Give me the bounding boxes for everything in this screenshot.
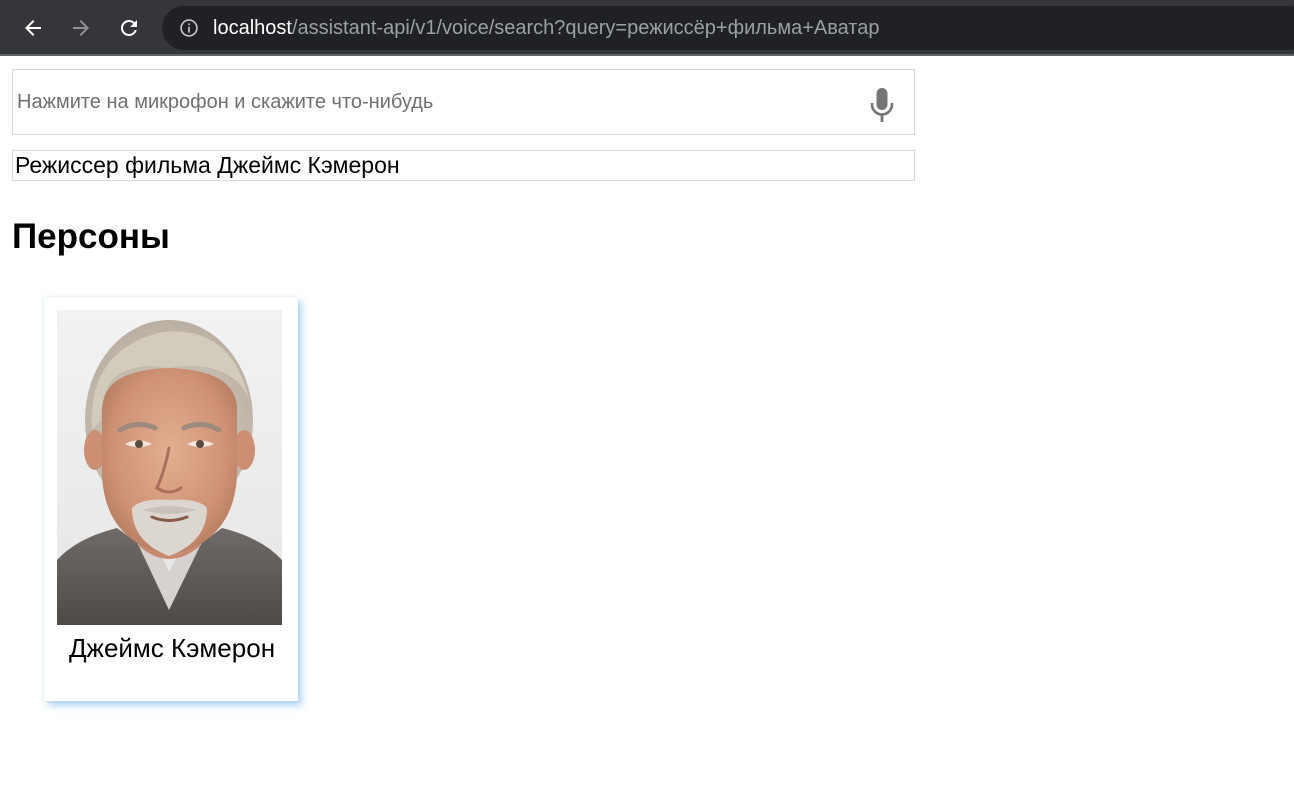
- voice-search-box: [12, 69, 915, 135]
- back-button[interactable]: [17, 12, 49, 44]
- search-result-text: Режиссер фильма Джеймс Кэмерон: [12, 150, 915, 181]
- microphone-icon: [870, 88, 894, 122]
- forward-button[interactable]: [65, 12, 97, 44]
- persons-heading: Персоны: [12, 217, 170, 256]
- url-text: localhost/assistant-api/v1/voice/search?…: [213, 17, 880, 39]
- reload-icon: [120, 19, 137, 36]
- arrow-right-icon: [73, 20, 89, 36]
- reload-button[interactable]: [113, 12, 145, 44]
- info-icon[interactable]: [179, 18, 199, 38]
- search-input[interactable]: [17, 89, 837, 115]
- portrait-photo: [57, 310, 282, 625]
- person-name: Джеймс Кэмерон: [68, 633, 276, 663]
- address-bar[interactable]: localhost/assistant-api/v1/voice/search?…: [162, 6, 1294, 50]
- browser-toolbar: localhost/assistant-api/v1/voice/search?…: [0, 0, 1294, 56]
- arrow-left-icon: [25, 20, 41, 36]
- person-card[interactable]: Джеймс Кэмерон: [44, 297, 298, 701]
- url-host: localhost: [213, 17, 292, 39]
- microphone-button[interactable]: [869, 87, 895, 123]
- url-path: /assistant-api/v1/voice/search?query=реж…: [291, 17, 880, 39]
